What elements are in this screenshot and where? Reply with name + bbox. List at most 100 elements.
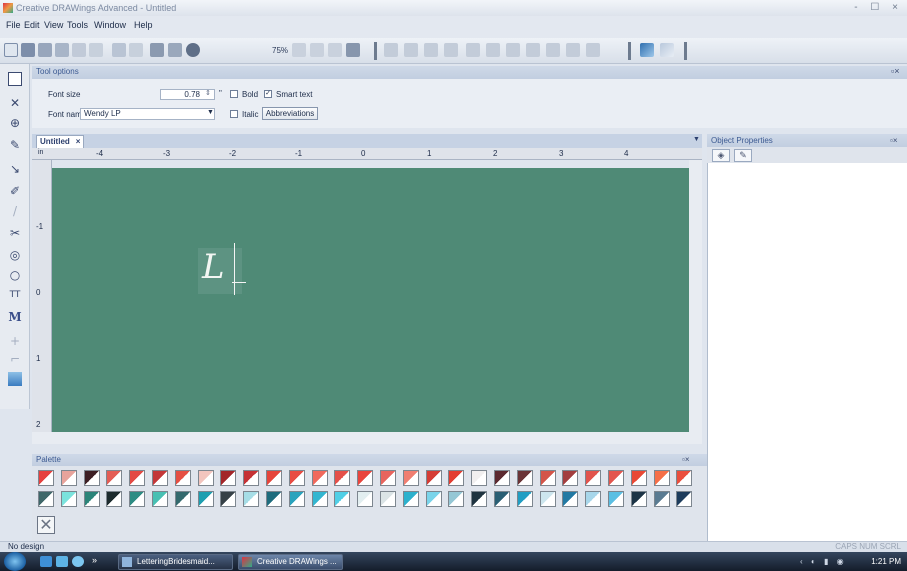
color-swatch[interactable] xyxy=(653,491,670,507)
color-swatch[interactable] xyxy=(243,470,260,486)
color-swatch[interactable] xyxy=(562,491,579,507)
tab-list-icon[interactable]: ▼ xyxy=(693,136,700,143)
color-swatch[interactable] xyxy=(38,491,54,507)
italic-checkbox[interactable] xyxy=(230,110,238,118)
color-swatch[interactable] xyxy=(266,470,282,486)
color-swatch[interactable] xyxy=(471,491,488,507)
start-button[interactable] xyxy=(4,552,26,571)
color-swatch[interactable] xyxy=(220,470,237,486)
color-swatch[interactable] xyxy=(608,470,624,486)
align-right-icon[interactable] xyxy=(424,43,438,57)
color-swatch[interactable] xyxy=(288,470,305,486)
window-controls[interactable]: - ☐ × xyxy=(854,2,903,13)
smart-text-checkbox[interactable]: ✓ xyxy=(264,90,272,98)
color-swatch[interactable] xyxy=(197,491,214,507)
taskbar-item-drawings[interactable]: Creative DRAWings ... xyxy=(238,554,343,570)
color-swatch[interactable] xyxy=(243,491,260,507)
knife-tool-icon[interactable]: ✂ xyxy=(8,226,22,240)
color-swatch[interactable] xyxy=(129,470,146,486)
color-swatch[interactable] xyxy=(174,470,191,486)
system-tray[interactable]: ‹ ◐ ▮ ◉ xyxy=(800,557,847,566)
edit-stitches-icon[interactable] xyxy=(640,43,654,57)
ellipse-tool-icon[interactable]: ○ xyxy=(8,268,22,282)
tab-untitled[interactable]: Untitled × xyxy=(36,135,84,148)
show-desktop-icon[interactable] xyxy=(40,556,52,567)
color-swatch[interactable] xyxy=(220,491,237,507)
color-swatch[interactable] xyxy=(106,470,123,486)
text-tool-icon[interactable]: TT xyxy=(8,288,22,302)
zoom-in-icon[interactable] xyxy=(292,43,306,57)
color-swatch[interactable] xyxy=(425,470,442,486)
menu-help[interactable]: Help xyxy=(134,20,156,30)
zoom-tool-icon[interactable]: ⊕ xyxy=(8,116,22,130)
color-swatch[interactable] xyxy=(448,491,465,507)
align-bottom-icon[interactable] xyxy=(486,43,500,57)
color-swatch[interactable] xyxy=(311,491,328,507)
save-icon[interactable] xyxy=(38,43,52,57)
pin-close-icon[interactable]: ▫× xyxy=(682,455,690,464)
color-swatch[interactable] xyxy=(494,470,510,486)
color-swatch[interactable] xyxy=(516,470,533,486)
color-swatch[interactable] xyxy=(676,491,693,507)
dimension-tool-icon[interactable]: + xyxy=(8,334,22,348)
redo-icon[interactable] xyxy=(129,43,143,57)
color-swatch[interactable] xyxy=(152,470,168,486)
color-swatch[interactable] xyxy=(129,491,146,507)
stitch-view-icon[interactable] xyxy=(186,43,200,57)
menu-view[interactable]: View xyxy=(44,20,64,30)
align-top-icon[interactable] xyxy=(444,43,458,57)
browser-icon[interactable] xyxy=(72,556,84,567)
zoom-fit-icon[interactable] xyxy=(328,43,342,57)
vertical-scrollbar[interactable] xyxy=(689,160,702,440)
color-swatch[interactable] xyxy=(585,491,602,507)
color-swatch[interactable] xyxy=(380,470,396,486)
color-swatch[interactable] xyxy=(653,470,670,486)
switch-windows-icon[interactable] xyxy=(56,556,68,567)
chevron-down-icon[interactable]: ▼ xyxy=(207,109,214,116)
close-icon[interactable]: × xyxy=(76,137,81,146)
color-swatch[interactable] xyxy=(357,470,374,486)
measure-icon[interactable] xyxy=(346,43,360,57)
color-swatch[interactable] xyxy=(266,491,282,507)
open-file-icon[interactable] xyxy=(21,43,35,57)
color-swatch[interactable] xyxy=(471,470,488,486)
color-swatch[interactable] xyxy=(106,491,123,507)
quicklaunch-overflow[interactable]: » xyxy=(92,555,97,565)
tab-fill-properties[interactable]: ◈ xyxy=(712,149,730,162)
menu-window[interactable]: Window xyxy=(94,20,130,30)
node-edit-icon[interactable]: ✕ xyxy=(8,96,22,110)
align-center-icon[interactable] xyxy=(404,43,418,57)
color-swatch[interactable] xyxy=(357,491,374,507)
convert-icon[interactable] xyxy=(660,43,674,57)
color-swatch[interactable] xyxy=(174,491,191,507)
color-swatch[interactable] xyxy=(402,491,419,507)
crop-tool-icon[interactable]: ⌐ xyxy=(8,352,22,366)
ungroup-icon[interactable] xyxy=(566,43,580,57)
color-swatch[interactable] xyxy=(380,491,396,507)
color-swatch[interactable] xyxy=(562,470,579,486)
color-swatch[interactable] xyxy=(516,491,533,507)
color-swatch[interactable] xyxy=(334,470,351,486)
taskbar-item-lettering[interactable]: LetteringBridesmaid... xyxy=(118,554,233,570)
zoom-out-icon[interactable] xyxy=(310,43,324,57)
pin-close-icon[interactable]: ▫× xyxy=(891,66,899,76)
print-icon[interactable] xyxy=(55,43,69,57)
color-swatch[interactable] xyxy=(539,491,556,507)
color-swatch[interactable] xyxy=(152,491,168,507)
color-swatch[interactable] xyxy=(676,470,693,486)
freehand-tool-icon[interactable]: ✐ xyxy=(8,184,22,198)
line-tool-icon[interactable]: / xyxy=(8,204,22,218)
monogram-tool-icon[interactable]: M xyxy=(8,310,22,324)
menu-tools[interactable]: Tools xyxy=(67,20,91,30)
horizontal-scrollbar[interactable] xyxy=(32,432,702,444)
color-swatch[interactable] xyxy=(288,491,305,507)
color-swatch[interactable] xyxy=(60,491,77,507)
paste-icon[interactable] xyxy=(89,43,103,57)
align-middle-icon[interactable] xyxy=(466,43,480,57)
design-canvas[interactable] xyxy=(52,168,689,432)
distribute-icon[interactable] xyxy=(586,43,600,57)
spiral-tool-icon[interactable]: ◎ xyxy=(8,248,22,262)
tab-outline-properties[interactable]: ✎ xyxy=(734,149,752,162)
color-swatch[interactable] xyxy=(60,470,77,486)
color-swatch[interactable] xyxy=(585,470,602,486)
